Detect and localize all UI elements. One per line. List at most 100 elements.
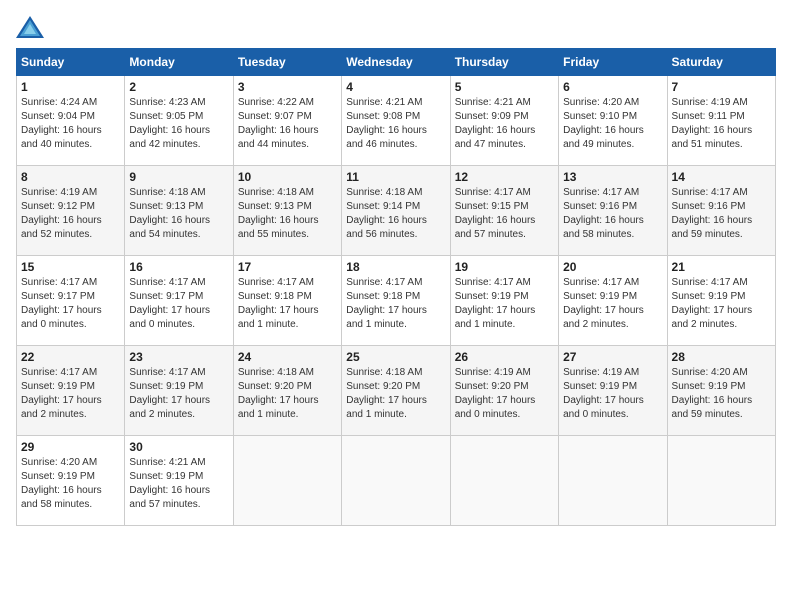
day-number: 5 — [455, 80, 554, 94]
day-number: 25 — [346, 350, 445, 364]
day-number: 19 — [455, 260, 554, 274]
calendar-cell: 4 Sunrise: 4:21 AMSunset: 9:08 PMDaylight… — [342, 76, 450, 166]
calendar-cell — [559, 436, 667, 526]
calendar-cell: 24 Sunrise: 4:18 AMSunset: 9:20 PMDayligh… — [233, 346, 341, 436]
day-info: Sunrise: 4:17 AMSunset: 9:19 PMDaylight:… — [21, 366, 120, 422]
day-number: 23 — [129, 350, 228, 364]
day-number: 2 — [129, 80, 228, 94]
day-number: 17 — [238, 260, 337, 274]
calendar-cell: 14Sunrise: 4:17 AMSunset: 9:16 PMDayligh… — [667, 166, 775, 256]
day-info: Sunrise: 4:22 AMSunset: 9:07 PMDaylight:… — [238, 96, 337, 152]
calendar-cell: 21Sunrise: 4:17 AMSunset: 9:19 PMDayligh… — [667, 256, 775, 346]
day-info: Sunrise: 4:17 AMSunset: 9:18 PMDaylight:… — [238, 276, 337, 332]
day-info: Sunrise: 4:19 AMSunset: 9:19 PMDaylight:… — [563, 366, 662, 422]
calendar-cell: 20 Sunrise: 4:17 AMSunset: 9:19 PMDayligh… — [559, 256, 667, 346]
day-info: Sunrise: 4:21 AMSunset: 9:08 PMDaylight:… — [346, 96, 445, 152]
calendar-cell: 19 Sunrise: 4:17 AMSunset: 9:19 PMDayligh… — [450, 256, 558, 346]
calendar-cell: 7 Sunrise: 4:19 AMSunset: 9:11 PMDaylight… — [667, 76, 775, 166]
calendar-cell: 8 Sunrise: 4:19 AMSunset: 9:12 PMDaylight… — [17, 166, 125, 256]
calendar-cell — [342, 436, 450, 526]
day-info: Sunrise: 4:20 AMSunset: 9:10 PMDaylight:… — [563, 96, 662, 152]
calendar-week-row: 29Sunrise: 4:20 AMSunset: 9:19 PMDayligh… — [17, 436, 776, 526]
calendar-cell: 27 Sunrise: 4:19 AMSunset: 9:19 PMDayligh… — [559, 346, 667, 436]
day-of-week-header: Monday — [125, 49, 233, 76]
day-number: 24 — [238, 350, 337, 364]
day-number: 8 — [21, 170, 120, 184]
day-number: 16 — [129, 260, 228, 274]
calendar-cell: 1 Sunrise: 4:24 AMSunset: 9:04 PMDaylight… — [17, 76, 125, 166]
calendar-cell: 15 Sunrise: 4:17 AMSunset: 9:17 PMDayligh… — [17, 256, 125, 346]
day-number: 6 — [563, 80, 662, 94]
day-info: Sunrise: 4:17 AMSunset: 9:15 PMDaylight:… — [455, 186, 554, 242]
day-info: Sunrise: 4:17 AMSunset: 9:18 PMDaylight:… — [346, 276, 445, 332]
day-of-week-header: Thursday — [450, 49, 558, 76]
calendar-cell: 29Sunrise: 4:20 AMSunset: 9:19 PMDayligh… — [17, 436, 125, 526]
day-info: Sunrise: 4:21 AMSunset: 9:19 PMDaylight:… — [129, 456, 228, 512]
day-info: Sunrise: 4:19 AMSunset: 9:12 PMDaylight:… — [21, 186, 120, 242]
calendar-cell: 6 Sunrise: 4:20 AMSunset: 9:10 PMDaylight… — [559, 76, 667, 166]
day-info: Sunrise: 4:17 AMSunset: 9:17 PMDaylight:… — [21, 276, 120, 332]
calendar-cell: 30 Sunrise: 4:21 AMSunset: 9:19 PMDayligh… — [125, 436, 233, 526]
day-info: Sunrise: 4:17 AMSunset: 9:19 PMDaylight:… — [129, 366, 228, 422]
day-number: 3 — [238, 80, 337, 94]
day-number: 1 — [21, 80, 120, 94]
day-info: Sunrise: 4:17 AMSunset: 9:19 PMDaylight:… — [563, 276, 662, 332]
calendar-header-row: SundayMondayTuesdayWednesdayThursdayFrid… — [17, 49, 776, 76]
day-number: 9 — [129, 170, 228, 184]
day-number: 30 — [129, 440, 228, 454]
day-number: 28 — [672, 350, 771, 364]
calendar-table: SundayMondayTuesdayWednesdayThursdayFrid… — [16, 48, 776, 526]
day-number: 18 — [346, 260, 445, 274]
day-info: Sunrise: 4:17 AMSunset: 9:19 PMDaylight:… — [672, 276, 771, 332]
calendar-cell: 5 Sunrise: 4:21 AMSunset: 9:09 PMDaylight… — [450, 76, 558, 166]
day-info: Sunrise: 4:20 AMSunset: 9:19 PMDaylight:… — [672, 366, 771, 422]
header — [16, 16, 776, 38]
day-info: Sunrise: 4:24 AMSunset: 9:04 PMDaylight:… — [21, 96, 120, 152]
day-number: 26 — [455, 350, 554, 364]
day-of-week-header: Sunday — [17, 49, 125, 76]
day-info: Sunrise: 4:18 AMSunset: 9:20 PMDaylight:… — [238, 366, 337, 422]
day-number: 20 — [563, 260, 662, 274]
day-info: Sunrise: 4:18 AMSunset: 9:13 PMDaylight:… — [129, 186, 228, 242]
day-number: 22 — [21, 350, 120, 364]
calendar-cell: 13 Sunrise: 4:17 AMSunset: 9:16 PMDayligh… — [559, 166, 667, 256]
calendar-cell: 16 Sunrise: 4:17 AMSunset: 9:17 PMDayligh… — [125, 256, 233, 346]
calendar-cell: 22 Sunrise: 4:17 AMSunset: 9:19 PMDayligh… — [17, 346, 125, 436]
calendar-cell: 25 Sunrise: 4:18 AMSunset: 9:20 PMDayligh… — [342, 346, 450, 436]
day-of-week-header: Saturday — [667, 49, 775, 76]
day-info: Sunrise: 4:23 AMSunset: 9:05 PMDaylight:… — [129, 96, 228, 152]
calendar-cell: 23 Sunrise: 4:17 AMSunset: 9:19 PMDayligh… — [125, 346, 233, 436]
day-number: 7 — [672, 80, 771, 94]
day-of-week-header: Friday — [559, 49, 667, 76]
calendar-cell — [450, 436, 558, 526]
day-info: Sunrise: 4:21 AMSunset: 9:09 PMDaylight:… — [455, 96, 554, 152]
day-info: Sunrise: 4:17 AMSunset: 9:17 PMDaylight:… — [129, 276, 228, 332]
calendar-cell — [667, 436, 775, 526]
day-number: 29 — [21, 440, 120, 454]
day-number: 15 — [21, 260, 120, 274]
calendar-cell: 2 Sunrise: 4:23 AMSunset: 9:05 PMDaylight… — [125, 76, 233, 166]
day-info: Sunrise: 4:17 AMSunset: 9:16 PMDaylight:… — [563, 186, 662, 242]
day-info: Sunrise: 4:19 AMSunset: 9:20 PMDaylight:… — [455, 366, 554, 422]
day-number: 27 — [563, 350, 662, 364]
day-number: 4 — [346, 80, 445, 94]
day-info: Sunrise: 4:18 AMSunset: 9:14 PMDaylight:… — [346, 186, 445, 242]
calendar-cell: 18 Sunrise: 4:17 AMSunset: 9:18 PMDayligh… — [342, 256, 450, 346]
day-info: Sunrise: 4:17 AMSunset: 9:19 PMDaylight:… — [455, 276, 554, 332]
day-info: Sunrise: 4:18 AMSunset: 9:13 PMDaylight:… — [238, 186, 337, 242]
day-info: Sunrise: 4:19 AMSunset: 9:11 PMDaylight:… — [672, 96, 771, 152]
day-info: Sunrise: 4:18 AMSunset: 9:20 PMDaylight:… — [346, 366, 445, 422]
day-info: Sunrise: 4:17 AMSunset: 9:16 PMDaylight:… — [672, 186, 771, 242]
calendar-cell: 26 Sunrise: 4:19 AMSunset: 9:20 PMDayligh… — [450, 346, 558, 436]
calendar-week-row: 1 Sunrise: 4:24 AMSunset: 9:04 PMDaylight… — [17, 76, 776, 166]
calendar-cell: 9 Sunrise: 4:18 AMSunset: 9:13 PMDaylight… — [125, 166, 233, 256]
calendar-cell: 17 Sunrise: 4:17 AMSunset: 9:18 PMDayligh… — [233, 256, 341, 346]
day-of-week-header: Tuesday — [233, 49, 341, 76]
day-of-week-header: Wednesday — [342, 49, 450, 76]
calendar-week-row: 8 Sunrise: 4:19 AMSunset: 9:12 PMDaylight… — [17, 166, 776, 256]
day-number: 13 — [563, 170, 662, 184]
logo-icon — [16, 16, 44, 38]
calendar-cell: 10Sunrise: 4:18 AMSunset: 9:13 PMDayligh… — [233, 166, 341, 256]
calendar-cell: 3 Sunrise: 4:22 AMSunset: 9:07 PMDaylight… — [233, 76, 341, 166]
calendar-week-row: 15 Sunrise: 4:17 AMSunset: 9:17 PMDayligh… — [17, 256, 776, 346]
